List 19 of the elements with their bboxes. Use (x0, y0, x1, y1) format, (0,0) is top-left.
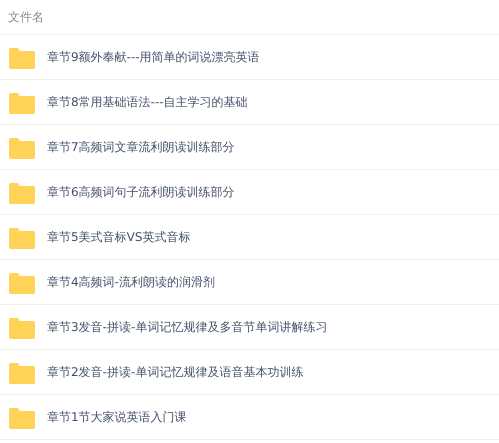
folder-icon (9, 408, 35, 428)
folder-name[interactable]: 章节7高频词文章流利朗读训练部分 (47, 138, 235, 156)
folder-icon (9, 272, 35, 294)
folder-name[interactable]: 章节9额外奉献---用简单的词说漂亮英语 (47, 48, 260, 66)
folder-name[interactable]: 章节4高频词-流利朗读的润滑剂 (47, 274, 215, 290)
folder-icon (9, 48, 35, 68)
folder-name[interactable]: 章节2发音-拼读-单词记忆规律及语音基本功训练 (47, 364, 304, 380)
folder-icon (9, 92, 35, 114)
folder-name[interactable]: 章节8常用基础语法---自主学习的基础 (47, 94, 248, 110)
folder-icon (9, 362, 35, 384)
folder-name[interactable]: 章节5美式音标VS英式音标 (47, 228, 190, 246)
folder-icon (9, 182, 35, 204)
folder-icon (9, 138, 35, 158)
column-header: 文件名 (8, 8, 44, 26)
folder-name[interactable]: 章节1节大家说英语入门课 (47, 408, 187, 426)
folder-icon (9, 318, 35, 338)
folder-icon (9, 228, 35, 248)
folder-name[interactable]: 章节6高频词句子流利朗读训练部分 (47, 184, 235, 200)
folder-name[interactable]: 章节3发音-拼读-单词记忆规律及多音节单词讲解练习 (47, 318, 328, 336)
